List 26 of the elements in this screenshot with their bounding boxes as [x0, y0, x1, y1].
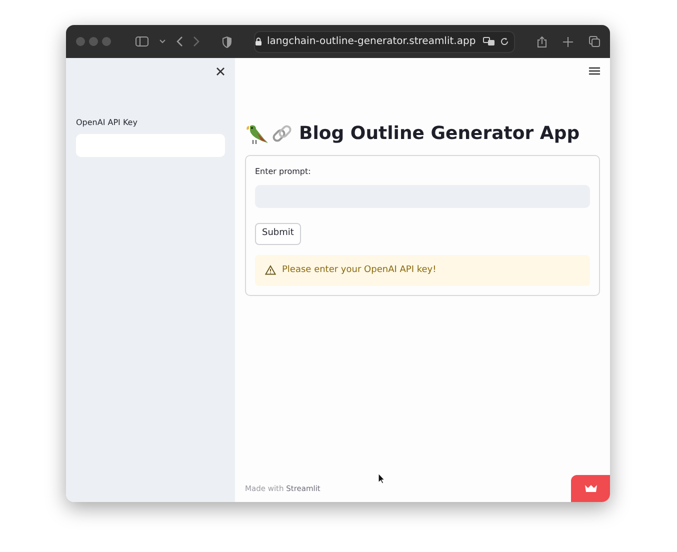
warning-icon — [265, 265, 276, 276]
plus-icon[interactable] — [563, 36, 573, 46]
shield-icon[interactable] — [222, 36, 232, 48]
submit-button[interactable]: Submit — [255, 223, 301, 244]
tabs-icon[interactable] — [589, 36, 600, 47]
crown-icon — [584, 484, 598, 493]
close-icon[interactable] — [216, 67, 225, 76]
chevron-down-icon[interactable] — [159, 39, 166, 44]
lock-icon — [255, 37, 262, 46]
page-title: Blog Outline Generator App — [299, 123, 580, 145]
mouse-pointer-icon — [378, 473, 385, 484]
url-text: langchain-outline-generator.streamlit.app — [267, 35, 476, 49]
back-icon[interactable] — [176, 36, 183, 47]
sidebar-icon[interactable] — [135, 36, 149, 47]
parrot-icon — [245, 123, 269, 145]
menu-icon[interactable] — [589, 67, 600, 75]
address-bar[interactable]: langchain-outline-generator.streamlit.app — [254, 30, 515, 52]
reload-icon[interactable] — [500, 37, 509, 46]
field-label: OpenAI API Key — [76, 117, 138, 129]
warning-text: Please enter your OpenAI API key! — [282, 264, 436, 276]
deploy-button[interactable] — [571, 475, 610, 502]
share-icon[interactable] — [537, 36, 547, 48]
translate-icon[interactable] — [483, 37, 495, 46]
forward-icon[interactable] — [193, 36, 200, 47]
field-label: Enter prompt: — [255, 166, 312, 178]
chain-link-icon — [271, 123, 293, 145]
